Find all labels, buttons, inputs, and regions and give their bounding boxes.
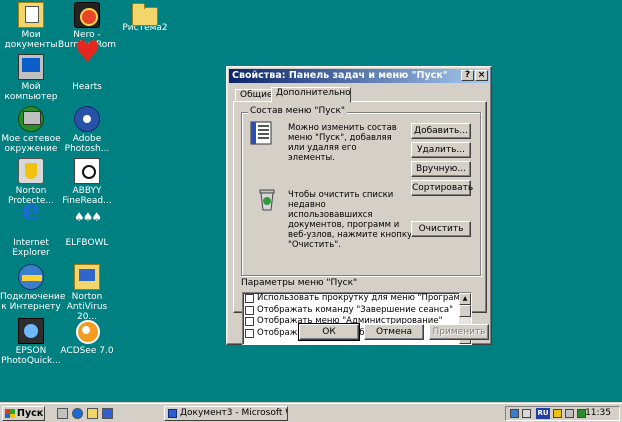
tab-advanced[interactable]: Дополнительно xyxy=(271,87,351,103)
desktop-icon-elfbowl[interactable]: ELFBOWL xyxy=(56,210,118,248)
manual-button[interactable]: Вручную... xyxy=(411,161,471,177)
scroll-up-arrow-icon[interactable]: ▲ xyxy=(459,293,471,305)
params-group-title: Параметры меню "Пуск" xyxy=(239,278,360,289)
desktop-icon-internet-explorer[interactable]: Internet Explorer xyxy=(0,205,62,258)
abbyy-finereader-icon xyxy=(74,158,100,184)
sort-button[interactable]: Сортировать xyxy=(411,180,473,196)
desktop-icon-network-places[interactable]: Мое сетевое окружение xyxy=(0,106,62,154)
desktop-icon-acdsee[interactable]: ACDSee 7.0 xyxy=(56,318,118,356)
elfbowl-icon xyxy=(71,210,103,236)
checkbox[interactable] xyxy=(245,294,254,303)
ok-button[interactable]: ОК xyxy=(298,323,360,341)
volume-tray-icon[interactable] xyxy=(565,409,574,418)
cancel-button[interactable]: Отмена xyxy=(364,324,424,340)
printer-tray-icon[interactable] xyxy=(522,409,531,418)
desktop-icon-adobe-photoshop[interactable]: Adobe Photosh... xyxy=(56,106,118,154)
norton-antivirus-icon xyxy=(74,264,100,290)
desktop-icon-label: Internet Explorer xyxy=(12,238,50,258)
epson-photoquicker-icon xyxy=(18,318,44,344)
my-computer-icon xyxy=(18,54,44,80)
system-tray: RU 11:35 xyxy=(505,406,620,421)
hearts-icon xyxy=(74,48,100,80)
quicklaunch-desktop-icon[interactable] xyxy=(57,408,68,419)
desktop-icon-label: Мой компьютер xyxy=(4,82,58,102)
checkbox[interactable] xyxy=(245,328,254,338)
norton-protected-icon xyxy=(18,158,44,184)
desktop-icon-my-computer[interactable]: Мой компьютер xyxy=(0,54,62,102)
list-item[interactable]: Отображать команду "Завершение сеанса" xyxy=(243,305,471,317)
desktop-icon-epson[interactable]: EPSON PhotoQuick... xyxy=(0,318,62,366)
word-document-icon xyxy=(168,409,177,418)
apply-button[interactable]: Применить xyxy=(429,324,489,340)
acdsee-icon xyxy=(74,318,100,344)
desktop-icon-label: ABBYY FineRead... xyxy=(62,186,112,206)
tab-panel-advanced: Состав меню "Пуск" Можно изменить состав… xyxy=(233,101,487,345)
checkbox[interactable] xyxy=(245,317,254,326)
windows-logo-icon xyxy=(5,409,15,418)
customize-description: Можно изменить состав меню "Пуск", добав… xyxy=(288,123,397,163)
adobe-photoshop-icon xyxy=(74,106,100,132)
language-indicator[interactable]: RU xyxy=(536,408,550,419)
desktop-icon-label: EPSON PhotoQuick... xyxy=(1,346,61,366)
desktop-icon-hearts[interactable]: Hearts xyxy=(56,48,118,92)
start-menu-group: Состав меню "Пуск" Можно изменить состав… xyxy=(241,106,481,276)
taskbar-button-label: Документ3 - Microsoft W... xyxy=(180,408,287,418)
taskbar-properties-dialog: Свойства: Панель задач и меню "Пуск" ? ×… xyxy=(226,66,492,345)
list-item-label: Отображать команду "Завершение сеанса" xyxy=(257,304,454,315)
list-item-label: Использовать прокрутку для меню "Програм… xyxy=(257,293,472,303)
desktop-icon-label: Подключение к Интернету xyxy=(0,292,66,312)
network-tray-icon[interactable] xyxy=(510,409,519,418)
recycle-bin-icon xyxy=(256,187,280,213)
folder-icon xyxy=(132,3,158,26)
start-menu-icon xyxy=(250,121,274,147)
desktop-icon-label: Adobe Photosh... xyxy=(64,134,110,154)
desktop-icon-label: Мои документы xyxy=(4,30,58,50)
clear-description: Чтобы очистить списки недавно использова… xyxy=(288,190,413,250)
scroll-thumb[interactable] xyxy=(459,305,471,317)
norton-tray-icon[interactable] xyxy=(553,409,562,418)
quicklaunch-outlook-icon[interactable] xyxy=(87,408,98,419)
start-label: Пуск xyxy=(17,408,44,419)
help-button[interactable]: ? xyxy=(461,70,474,81)
nero-icon xyxy=(74,2,100,28)
list-item[interactable]: Использовать прокрутку для меню "Програм… xyxy=(243,293,471,305)
desktop-icon-my-documents[interactable]: Мои документы xyxy=(0,2,62,50)
add-button[interactable]: Добавить... xyxy=(411,123,471,139)
clear-button[interactable]: Очистить xyxy=(411,221,471,237)
my-documents-icon xyxy=(18,2,44,28)
network-places-icon xyxy=(18,106,44,132)
start-button[interactable]: Пуск xyxy=(2,406,45,421)
internet-connection-icon xyxy=(18,264,44,290)
internet-explorer-icon xyxy=(18,205,44,236)
close-button[interactable]: × xyxy=(475,70,488,81)
desktop-icon-label: ACDSee 7.0 xyxy=(60,346,114,356)
remove-button[interactable]: Удалить... xyxy=(411,142,471,158)
desktop-icon-abbyy[interactable]: ABBYY FineRead... xyxy=(56,158,118,206)
taskbar: Пуск Документ3 - Microsoft W... RU 11:35 xyxy=(0,403,622,422)
taskbar-button-word[interactable]: Документ3 - Microsoft W... xyxy=(164,406,288,421)
desktop-icon-ristema2[interactable]: РисТема2 xyxy=(114,2,176,33)
clock[interactable]: 11:35 xyxy=(585,407,611,420)
desktop-icon-norton-antivirus[interactable]: Norton AntiVirus 20... xyxy=(56,264,118,322)
group-title: Состав меню "Пуск" xyxy=(248,106,348,117)
quicklaunch-word-icon[interactable] xyxy=(102,408,113,419)
desktop-icon-label: Мое сетевое окружение xyxy=(1,134,61,154)
desktop-icon-internet-connection[interactable]: Подключение к Интернету xyxy=(0,264,66,312)
desktop-icon-label: Hearts xyxy=(72,82,102,92)
quicklaunch-ie-icon[interactable] xyxy=(72,408,83,419)
desktop-icon-label: ELFBOWL xyxy=(65,238,109,248)
dialog-title[interactable]: Свойства: Панель задач и меню "Пуск" xyxy=(229,69,489,83)
checkbox[interactable] xyxy=(245,305,254,315)
